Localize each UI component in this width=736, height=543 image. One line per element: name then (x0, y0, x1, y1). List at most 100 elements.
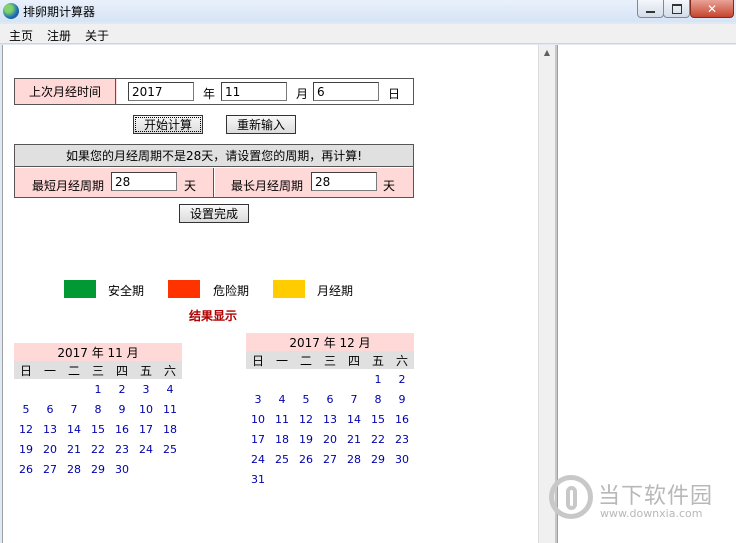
title-bar: 排卵期计算器 ✕ (0, 0, 736, 22)
menstrual-period-label: 月经期 (317, 284, 354, 298)
min-cycle-label: 最短月经周期 (32, 179, 105, 193)
calendar-day: 24 (251, 452, 265, 466)
cycle-notice: 如果您的月经周期不是28天，请设置您的周期，再计算! (15, 145, 413, 167)
calendar-day: 22 (91, 442, 105, 456)
menstrual-period-swatch (273, 280, 305, 298)
calendar-day: 24 (139, 442, 153, 456)
weekday: 六 (163, 363, 176, 378)
calendar-day: 13 (323, 412, 337, 426)
reset-button[interactable]: 重新输入 (226, 115, 296, 134)
date-inputs-cell: 年 月 日 (117, 79, 413, 104)
calendar-day: 29 (91, 462, 105, 476)
calendar-day: 10 (139, 402, 153, 416)
calendar-day: 6 (326, 392, 334, 406)
globe-icon (3, 3, 19, 19)
calendar-day: 3 (142, 382, 150, 396)
calendar-day: 21 (347, 432, 361, 446)
calendar-week-row: 10 11 12 13 14 15 16 (246, 409, 414, 429)
watermark-url: www.downxia.com (600, 507, 703, 520)
calendar-day: 2 (398, 372, 406, 386)
calendar-day: 27 (323, 452, 337, 466)
calendar-day: 28 (67, 462, 81, 476)
last-period-row: 上次月经时间 年 月 日 (14, 78, 414, 105)
max-cycle-label: 最长月经周期 (231, 179, 304, 193)
close-button[interactable]: ✕ (690, 0, 734, 18)
calendar-day: 20 (323, 432, 337, 446)
min-cycle-cell: 最短月经周期 天 (15, 168, 214, 197)
weekday: 日 (251, 353, 264, 368)
watermark-logo-inner (566, 486, 577, 510)
calendar-day: 10 (251, 412, 265, 426)
weekday-header: 日一二三四五六 (246, 351, 414, 369)
calendar-day: 1 (374, 372, 382, 386)
side-pane (557, 45, 736, 543)
calculate-button[interactable]: 开始计算 (133, 115, 203, 134)
calendar-day: 23 (395, 432, 409, 446)
main-pane: 上次月经时间 年 月 日 开始计算 重新输入 如果您的月经周期不是28天，请设置… (2, 45, 539, 543)
calendar-day: 28 (347, 452, 361, 466)
weekday: 一 (43, 363, 56, 378)
calendar-day: 17 (139, 422, 153, 436)
result-title: 结果显示 (189, 309, 238, 323)
calendar-day: 27 (43, 462, 57, 476)
calendar-day: 30 (395, 452, 409, 466)
calendar-day: 16 (395, 412, 409, 426)
minimize-icon (646, 10, 655, 13)
scroll-up-arrow-icon[interactable]: ▲ (539, 48, 555, 60)
max-cycle-input[interactable] (311, 172, 377, 191)
calendar-week-row: 31 (246, 469, 414, 489)
calendar-day: 11 (163, 402, 177, 416)
calendar-day: 15 (371, 412, 385, 426)
calendar-title: 2017 年 11 月 (14, 343, 182, 361)
weekday: 日 (19, 363, 32, 378)
calendar-week-row: 3 4 5 6 7 8 9 (246, 389, 414, 409)
calendar-week-row: 12 13 14 15 16 17 18 (14, 419, 182, 439)
vertical-scrollbar[interactable]: ▲ (538, 45, 555, 543)
calendar-day: 18 (163, 422, 177, 436)
menu-bar: 主页 注册 关于 (0, 24, 736, 44)
calendar-day: 29 (371, 452, 385, 466)
calendar-day: 4 (278, 392, 286, 406)
calendar-week-row: 17 18 19 20 21 22 23 (246, 429, 414, 449)
safe-period-swatch (64, 280, 96, 298)
month-input[interactable] (221, 82, 287, 101)
day-input[interactable] (313, 82, 379, 101)
calendar-day: 21 (67, 442, 81, 456)
calendar-day: 20 (43, 442, 57, 456)
danger-period-label: 危险期 (213, 284, 250, 298)
year-input[interactable] (128, 82, 194, 101)
min-cycle-unit: 天 (184, 179, 197, 193)
calendar-day: 26 (19, 462, 33, 476)
weekday-header: 日一二三四五六 (14, 361, 182, 379)
calendar-day: 2 (118, 382, 126, 396)
calendar-body: 1 2 3 4 5 6 7 8 9 10 11 12 13 14 15 16 17 18 19 20 21 22 23 24 2… (14, 379, 182, 479)
menu-register[interactable]: 注册 (47, 27, 71, 44)
calendar-day: 22 (371, 432, 385, 446)
weekday: 四 (347, 353, 360, 368)
calendar-day: 7 (70, 402, 78, 416)
calendar-week-row: 1 2 3 4 (14, 379, 182, 399)
calendar-november: 2017 年 11 月 日一二三四五六 1 2 3 4 5 6 7 8 9 10 11 12 13 14 1… (14, 343, 182, 479)
maximize-button[interactable] (663, 0, 690, 18)
close-icon: ✕ (706, 1, 718, 16)
watermark-logo-icon (549, 475, 593, 519)
minimize-button[interactable] (637, 0, 664, 18)
calendar-day: 26 (299, 452, 313, 466)
min-cycle-input[interactable] (111, 172, 177, 191)
calendar-day: 9 (118, 402, 126, 416)
weekday: 三 (91, 363, 104, 378)
calendar-day: 25 (275, 452, 289, 466)
calendar-day: 18 (275, 432, 289, 446)
month-unit: 月 (296, 87, 309, 101)
calendar-title: 2017 年 12 月 (246, 333, 414, 351)
calendar-day: 19 (19, 442, 33, 456)
set-cycle-button[interactable]: 设置完成 (179, 204, 249, 223)
menu-about[interactable]: 关于 (85, 27, 109, 44)
weekday: 六 (395, 353, 408, 368)
danger-period-swatch (168, 280, 200, 298)
calendar-day: 12 (19, 422, 33, 436)
calendar-day: 5 (22, 402, 30, 416)
calendar-day: 31 (251, 472, 265, 486)
weekday: 四 (115, 363, 128, 378)
menu-home[interactable]: 主页 (9, 27, 33, 44)
